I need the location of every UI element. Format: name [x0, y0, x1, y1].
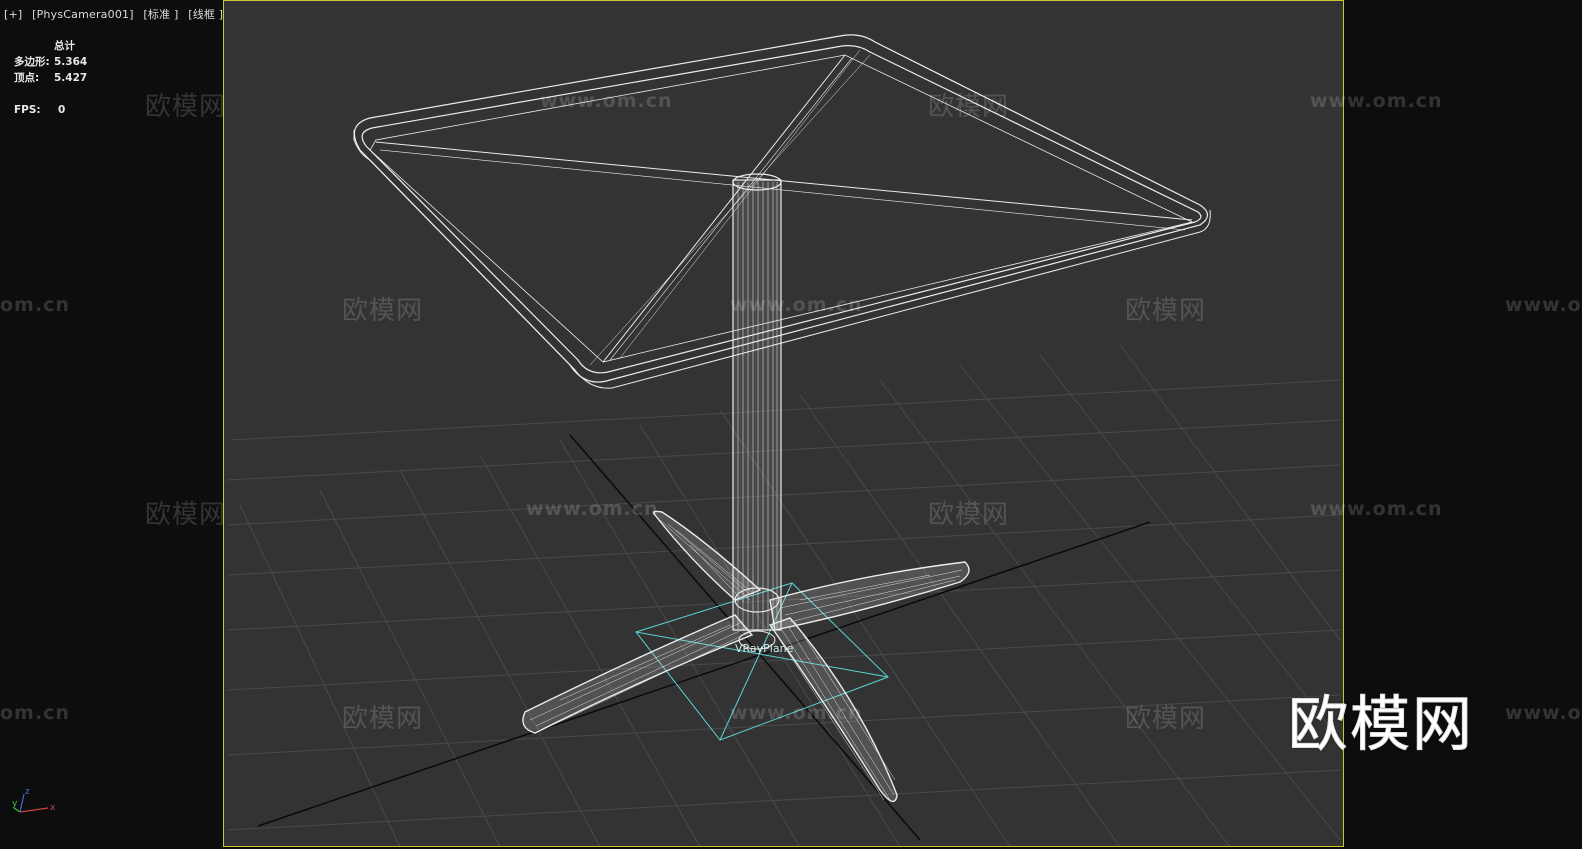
table-pole: [732, 173, 782, 631]
watermark-brand: 欧模网: [342, 296, 424, 326]
watermark-brand: 欧模网: [342, 704, 424, 734]
watermark-url: om.cn: [0, 294, 70, 316]
watermark-url: www.om.cn: [540, 90, 673, 112]
watermark-brand: 欧模网: [145, 500, 227, 530]
axis-y-label: y: [12, 799, 18, 809]
watermark-url: www.o: [1505, 702, 1582, 724]
watermark-brand: 欧模网: [928, 500, 1010, 530]
watermark-url: www.om.cn: [1310, 90, 1443, 112]
axis-z-label: z: [25, 787, 30, 797]
brand-logo: 欧模网: [1288, 690, 1474, 761]
table-top: [353, 34, 1211, 389]
watermark-brand: 欧模网: [145, 92, 227, 122]
watermark-url: www.om.cn: [526, 498, 659, 520]
watermark-brand: 欧模网: [928, 92, 1010, 122]
axis-x-label: x: [50, 803, 56, 813]
axis-tripod-icon: x z y: [12, 787, 56, 813]
watermark-brand: 欧模网: [1125, 704, 1207, 734]
watermark-brand: 欧模网: [1125, 296, 1207, 326]
watermark-url: www.om.cn: [730, 294, 863, 316]
watermark-url: om.cn: [0, 702, 70, 724]
watermark-url: www.o: [1505, 294, 1582, 316]
watermark-url: www.om.cn: [1310, 498, 1443, 520]
watermark-url: www.om.cn: [730, 702, 863, 724]
